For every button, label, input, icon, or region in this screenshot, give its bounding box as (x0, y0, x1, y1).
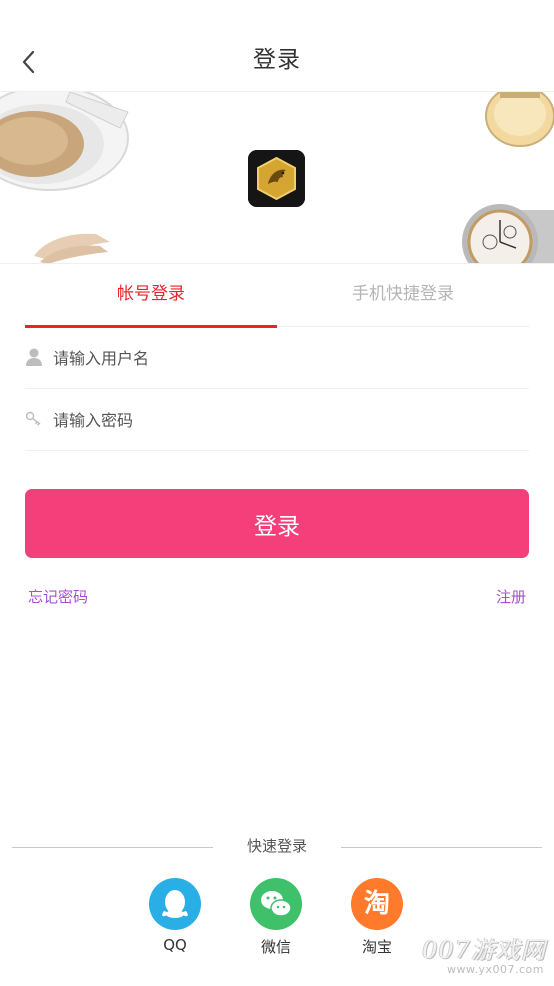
tab-account-login[interactable]: 帐号登录 (25, 264, 277, 327)
taobao-icon: 淘 (351, 878, 403, 930)
taobao-label: 淘宝 (361, 938, 392, 956)
username-input[interactable] (53, 341, 513, 375)
tab-phone-login[interactable]: 手机快捷登录 (277, 264, 529, 327)
qq-login-button[interactable]: QQ (145, 878, 205, 954)
password-row (25, 389, 529, 451)
wechat-label: 微信 (260, 938, 291, 956)
username-row (25, 327, 529, 389)
banner (0, 92, 554, 264)
wechat-login-button[interactable]: 微信 (246, 878, 306, 957)
eagle-logo-icon (248, 150, 305, 207)
password-input[interactable] (53, 403, 513, 437)
wechat-icon (250, 878, 302, 930)
forgot-password-link[interactable]: 忘记密码 (28, 586, 88, 607)
login-tabs: 帐号登录 手机快捷登录 (25, 264, 529, 328)
user-icon (26, 348, 42, 366)
taobao-glyph: 淘 (363, 889, 390, 919)
login-button[interactable]: 登录 (25, 489, 529, 558)
qq-icon (149, 878, 201, 930)
divider-right (341, 847, 542, 848)
key-icon (25, 411, 41, 426)
watermark-main: 007游戏网 (422, 936, 546, 964)
app-logo (248, 150, 305, 207)
register-link[interactable]: 注册 (496, 586, 526, 607)
taobao-login-button[interactable]: 淘 淘宝 (347, 878, 407, 957)
qq-label: QQ (163, 936, 187, 954)
watermark: 007游戏网 www.yx007.com (418, 930, 548, 984)
watermark-url: www.yx007.com (447, 963, 544, 976)
page-title: 登录 (253, 47, 301, 73)
top-bar: 登录 (0, 0, 554, 92)
quick-login-title: 快速登录 (246, 837, 307, 855)
